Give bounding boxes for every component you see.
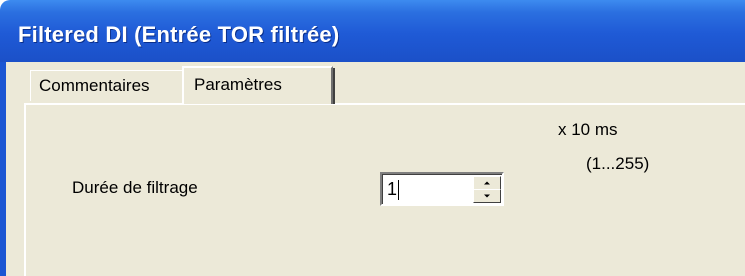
arrow-down-icon bbox=[484, 194, 490, 198]
spinbox-inner-frame: 1 bbox=[382, 174, 502, 204]
unit-label: x 10 ms bbox=[558, 120, 618, 139]
arrow-up-icon bbox=[484, 181, 490, 185]
dialog-window: Filtered DI (Entrée TOR filtrée) Comment… bbox=[0, 0, 745, 276]
filter-duration-spinbox[interactable]: 1 bbox=[380, 172, 504, 206]
filter-duration-input[interactable]: 1 bbox=[387, 179, 397, 200]
tab-panel-top-border bbox=[24, 103, 745, 105]
window-title: Filtered DI (Entrée TOR filtrée) bbox=[18, 22, 340, 47]
spin-up-button[interactable] bbox=[473, 176, 501, 190]
text-cursor bbox=[398, 180, 399, 200]
tab-commentaires[interactable]: Commentaires bbox=[30, 70, 190, 101]
range-label: (1...255) bbox=[586, 154, 650, 173]
tab-parametres[interactable]: Paramètres bbox=[182, 66, 335, 104]
filter-duration-label: Durée de filtrage bbox=[72, 178, 198, 197]
spin-down-button[interactable] bbox=[473, 189, 501, 203]
title-bar[interactable]: Filtered DI (Entrée TOR filtrée) bbox=[0, 0, 745, 62]
tab-panel-left-border bbox=[24, 103, 26, 276]
